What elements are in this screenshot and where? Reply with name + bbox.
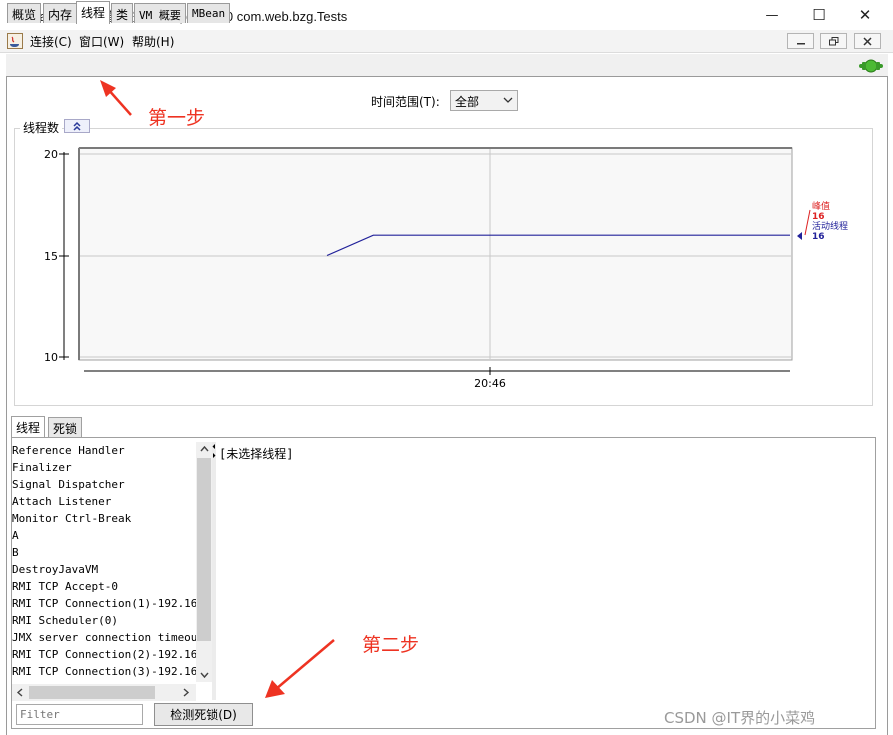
tab-mbean[interactable]: MBean <box>187 3 231 23</box>
chevron-down-icon <box>503 97 513 103</box>
java-menu-icon <box>7 33 23 49</box>
legend-live-label: 活动线程 <box>812 220 848 232</box>
maximize-button[interactable]: ☐ <box>796 0 842 30</box>
watermark: CSDN @IT界的小菜鸡 <box>664 709 816 727</box>
split-pane-divider[interactable] <box>212 442 216 700</box>
y-tick-label-15: 15 <box>44 250 58 263</box>
inner-restore-button[interactable] <box>820 33 847 49</box>
tab-classes[interactable]: 类 <box>111 3 134 23</box>
step2-arrow-icon <box>265 639 335 698</box>
thread-list-item[interactable]: DestroyJavaVM <box>12 561 197 578</box>
thread-list-item[interactable]: Reference Handler <box>12 442 197 459</box>
thread-list-item[interactable]: B <box>12 544 197 561</box>
thread-list-item[interactable]: Finalizer <box>12 459 197 476</box>
tab-threads[interactable]: 线程 <box>76 1 111 24</box>
main-tab-strip <box>6 54 888 77</box>
legend-peak-label: 峰值 <box>812 200 830 212</box>
inner-restore-icon <box>828 36 838 45</box>
subtab-deadlock[interactable]: 死锁 <box>48 417 83 438</box>
thread-detail-text: [未选择线程] <box>219 447 294 461</box>
legend-connector <box>804 209 811 236</box>
inner-close-icon <box>863 36 872 46</box>
time-range-select[interactable]: 全部 <box>450 90 518 111</box>
thread-list-item[interactable]: RMI Scheduler(0) <box>12 612 197 629</box>
tab-vm-summary[interactable]: VM 概要 <box>134 3 186 23</box>
minimize-button[interactable]: — <box>749 0 795 30</box>
thread-list: Reference Handler Finalizer Signal Dispa… <box>12 442 197 680</box>
step1-annotation: 第一步 <box>148 107 206 129</box>
thread-list-item[interactable]: Signal Dispatcher <box>12 476 197 493</box>
legend-live-value: 16 <box>812 232 825 242</box>
y-tick-label-20: 20 <box>44 148 58 161</box>
menu-help[interactable]: 帮助(H) <box>132 33 174 50</box>
thread-list-item[interactable]: RMI TCP Connection(3)-192.168. <box>12 663 197 680</box>
scroll-up-icon[interactable] <box>200 445 209 453</box>
connection-status-icon <box>858 58 884 74</box>
subtab-threads[interactable]: 线程 <box>11 416 46 438</box>
time-range-label: 时间范围(T): <box>371 95 440 109</box>
step1-arrow-icon <box>100 80 132 116</box>
thread-list-item[interactable]: RMI TCP Accept-0 <box>12 578 197 595</box>
inner-minimize-icon <box>796 43 805 45</box>
thread-list-item[interactable]: JMX server connection timeout <box>12 629 197 646</box>
maximize-icon: ☐ <box>812 6 826 24</box>
thread-list-item[interactable]: Attach Listener <box>12 493 197 510</box>
time-range-value: 全部 <box>455 95 480 109</box>
tab-overview[interactable]: 概览 <box>7 3 42 23</box>
legend-marker-icon <box>797 232 802 240</box>
horizontal-scroll-thumb[interactable] <box>29 686 155 699</box>
scroll-down-icon[interactable] <box>200 671 209 679</box>
inner-minimize-button[interactable] <box>787 33 814 49</box>
menu-window[interactable]: 窗口(W) <box>79 33 124 50</box>
x-tick-label: 20:46 <box>474 377 506 390</box>
inner-close-button[interactable] <box>854 33 881 49</box>
thread-list-item[interactable]: RMI TCP Connection(1)-192.168. <box>12 595 197 612</box>
thread-count-chart: 20 15 10 20:46 峰值 16 活动线程 16 <box>44 147 848 390</box>
minimize-icon: — <box>765 7 779 23</box>
close-icon: ✕ <box>858 6 872 24</box>
vertical-scroll-thumb[interactable] <box>197 458 211 641</box>
legend-peak-value: 16 <box>812 212 825 222</box>
scroll-left-icon[interactable] <box>16 688 24 697</box>
tab-memory[interactable]: 内存 <box>43 3 78 23</box>
thread-filter-input[interactable] <box>16 704 143 725</box>
scroll-right-icon[interactable] <box>182 688 190 697</box>
thread-list-item[interactable]: A <box>12 527 197 544</box>
plot-area <box>78 147 793 361</box>
splitter-arrows-icon <box>212 444 216 458</box>
thread-list-item[interactable]: RMI TCP Connection(2)-192.168. <box>12 646 197 663</box>
menu-connect[interactable]: 连接(C) <box>30 33 72 50</box>
y-tick-label-10: 10 <box>44 351 58 364</box>
step2-annotation: 第二步 <box>362 634 420 656</box>
thread-list-item[interactable]: Monitor Ctrl-Break <box>12 510 197 527</box>
close-button[interactable]: ✕ <box>842 0 888 30</box>
detect-deadlock-button[interactable]: 检测死锁(D) <box>154 703 253 726</box>
